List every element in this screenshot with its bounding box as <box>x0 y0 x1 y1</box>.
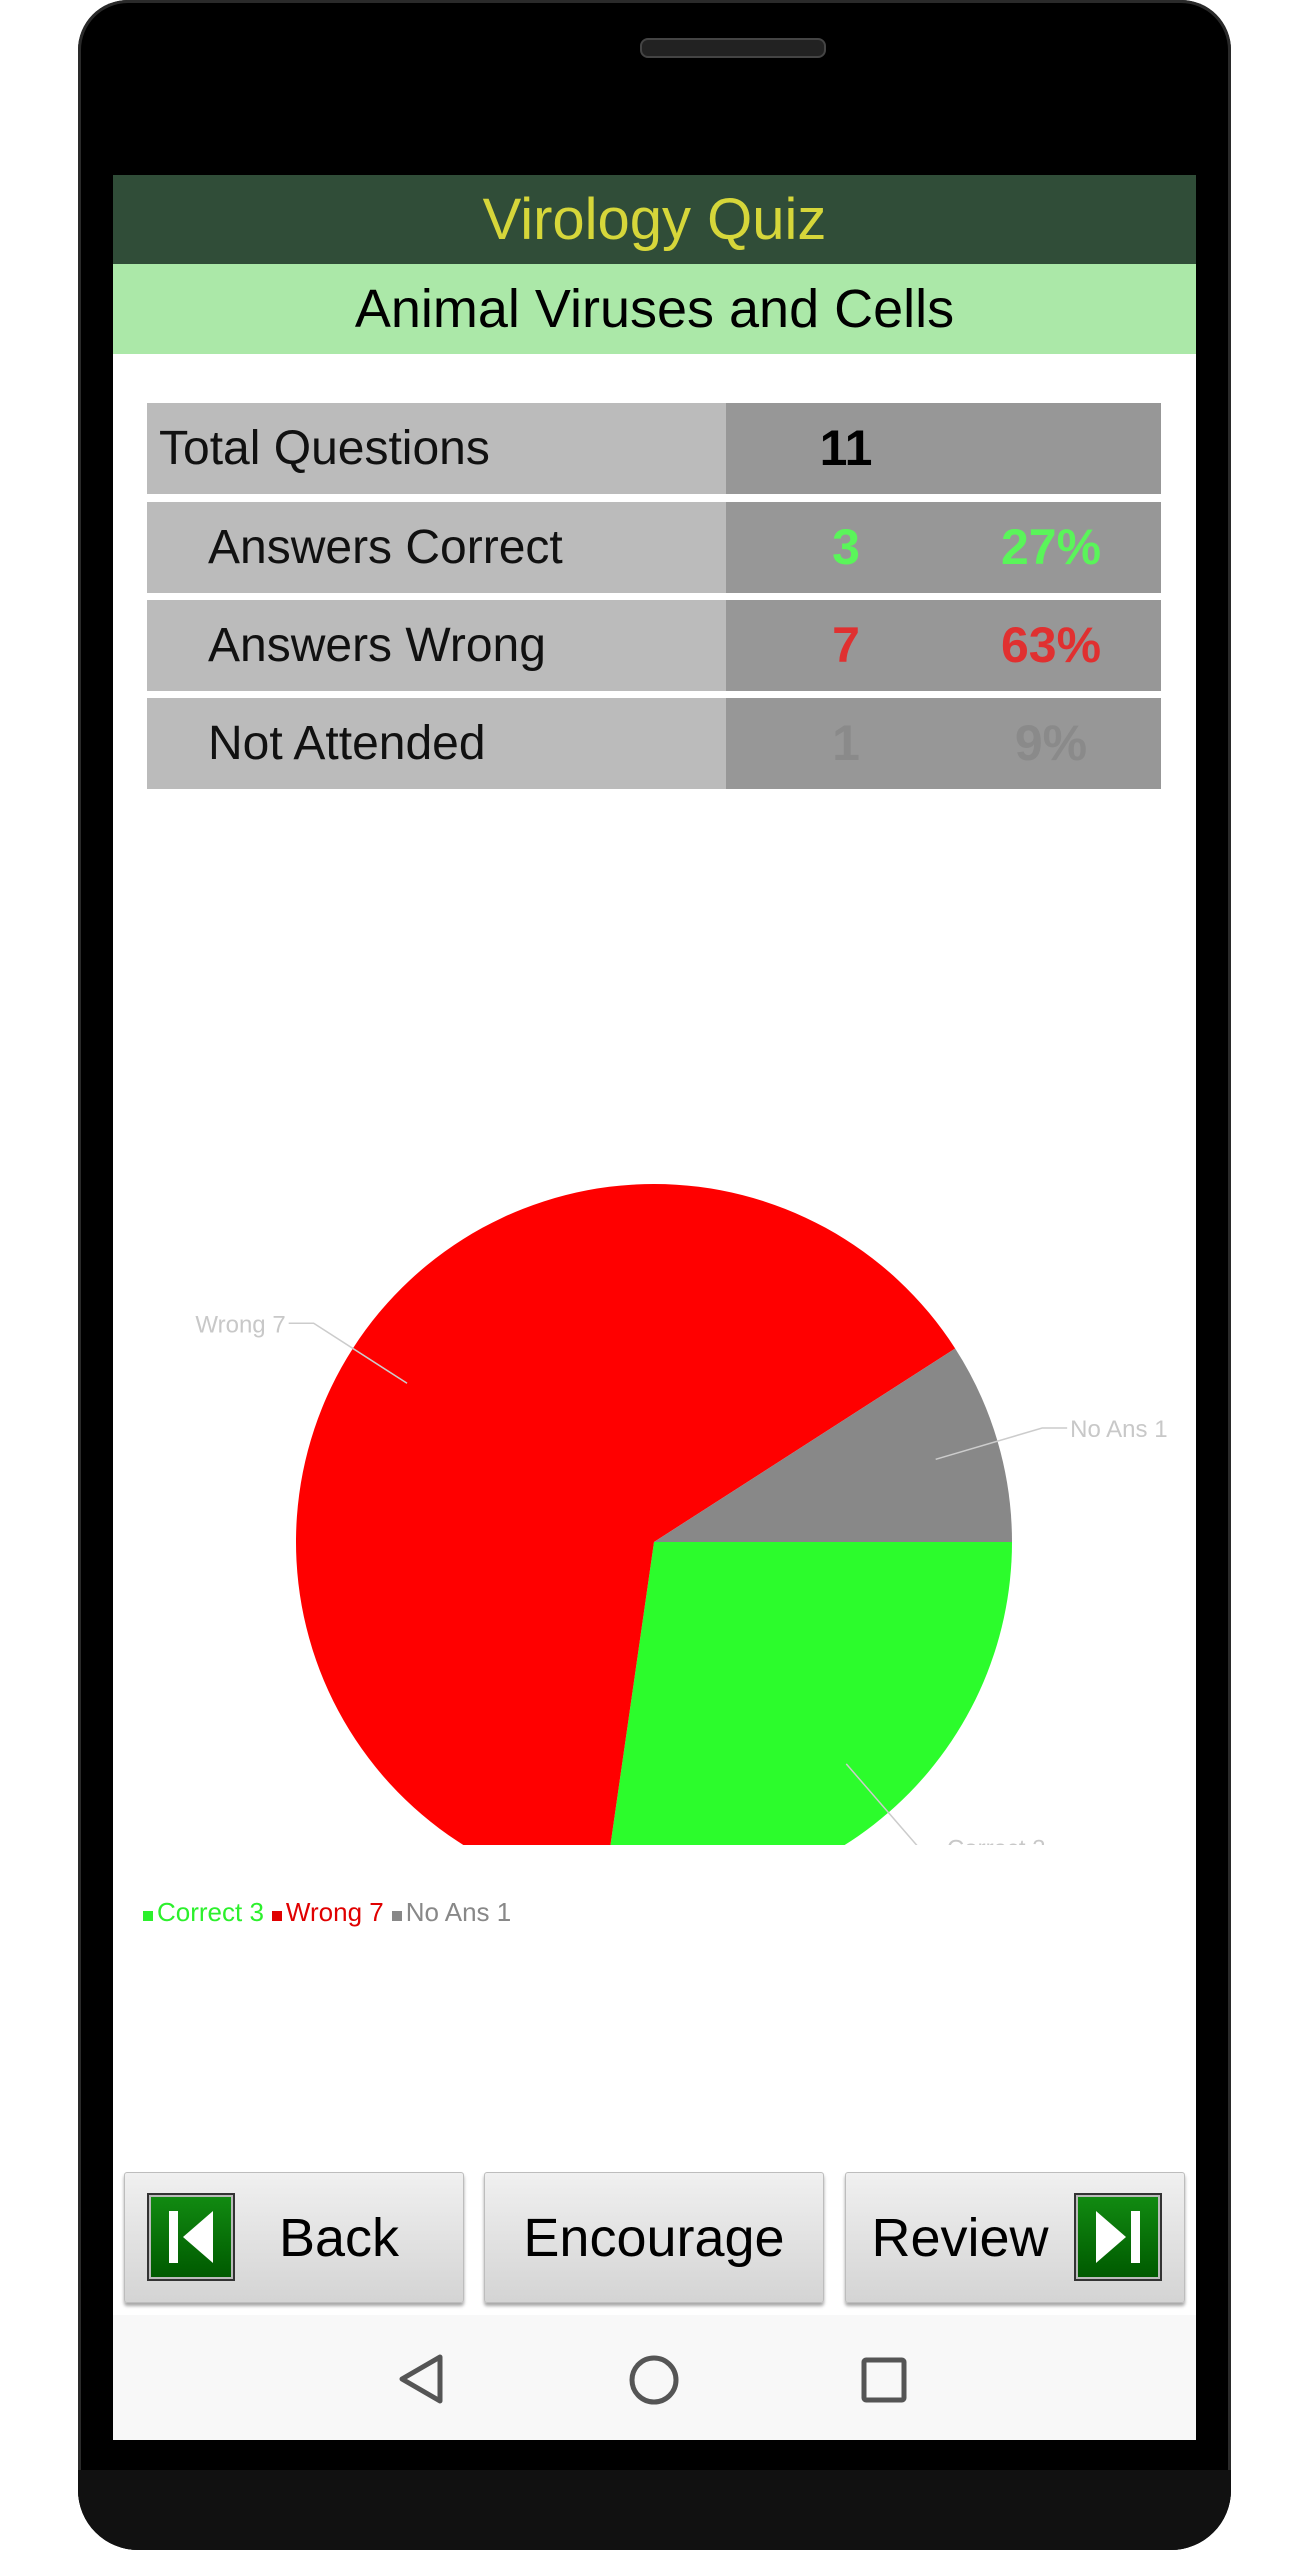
speaker-grille <box>640 38 826 58</box>
count: 3 <box>832 519 860 575</box>
review-label: Review <box>871 2207 1049 2268</box>
app-title: Virology Quiz <box>113 175 1196 264</box>
review-button[interactable]: Review <box>845 2172 1185 2303</box>
row-wrong: Answers Wrong 7 63% <box>147 600 1161 691</box>
slice-label: Wrong 7 <box>195 1311 285 1338</box>
row-not-attended: Not Attended 1 9% <box>147 698 1161 789</box>
slice-label: Correct 3 <box>947 1836 1046 1845</box>
legend-label: Correct 3 <box>157 1897 264 1927</box>
percent: 27% <box>1000 519 1102 575</box>
row-values: 1 9% <box>726 698 1161 789</box>
nav-back-icon[interactable] <box>396 2353 444 2405</box>
nav-recents-icon[interactable] <box>860 2356 908 2404</box>
skip-forward-icon <box>1074 2193 1162 2281</box>
legend-label: No Ans 1 <box>405 1897 512 1927</box>
row-values: 7 63% <box>726 600 1161 691</box>
legend-label: Wrong 7 <box>285 1897 384 1927</box>
legend-swatch <box>271 1911 282 1921</box>
legend-swatch <box>143 1911 153 1921</box>
row-label: Not Attended <box>147 698 726 789</box>
slice-label: No Ans 1 <box>1070 1416 1167 1443</box>
percent: 9% <box>1014 715 1088 771</box>
app-screen: Virology Quiz Animal Viruses and Cells T… <box>113 175 1196 2440</box>
legend-swatch <box>391 1911 402 1921</box>
row-label: Answers Wrong <box>147 600 726 691</box>
percent: 63% <box>1000 617 1102 673</box>
pie-chart: Correct 3 Wrong 7 No Ans 1 <box>195 1184 1168 1845</box>
quiz-topic: Animal Viruses and Cells <box>113 264 1196 354</box>
row-label: Answers Correct <box>147 502 726 593</box>
row-total: Total Questions 11 <box>147 403 1161 494</box>
legend-wrong: Wrong 7 <box>271 1897 384 1928</box>
row-correct: Answers Correct 3 27% <box>147 502 1161 593</box>
row-values: 3 27% <box>726 502 1161 593</box>
nav-home-icon[interactable] <box>628 2354 680 2406</box>
row-label: Total Questions <box>147 403 726 494</box>
legend-correct: Correct 3 <box>143 1897 264 1928</box>
count: 7 <box>832 617 860 673</box>
chart-legend: Correct 3 Wrong 7 No Ans 1 <box>143 1897 511 1928</box>
encourage-button[interactable]: Encourage <box>484 2172 824 2303</box>
pie-slice-correct <box>610 1542 1012 1845</box>
skip-back-icon <box>147 2193 235 2281</box>
row-values: 11 <box>726 403 1161 494</box>
encourage-label: Encourage <box>523 2207 785 2268</box>
legend-no-answer: No Ans 1 <box>391 1897 512 1928</box>
back-label: Back <box>278 2207 400 2268</box>
phone-bottom <box>78 2470 1231 2550</box>
system-nav-bar <box>113 2315 1196 2440</box>
count: 1 <box>832 715 860 771</box>
count: 11 <box>819 420 873 476</box>
back-button[interactable]: Back <box>124 2172 464 2303</box>
